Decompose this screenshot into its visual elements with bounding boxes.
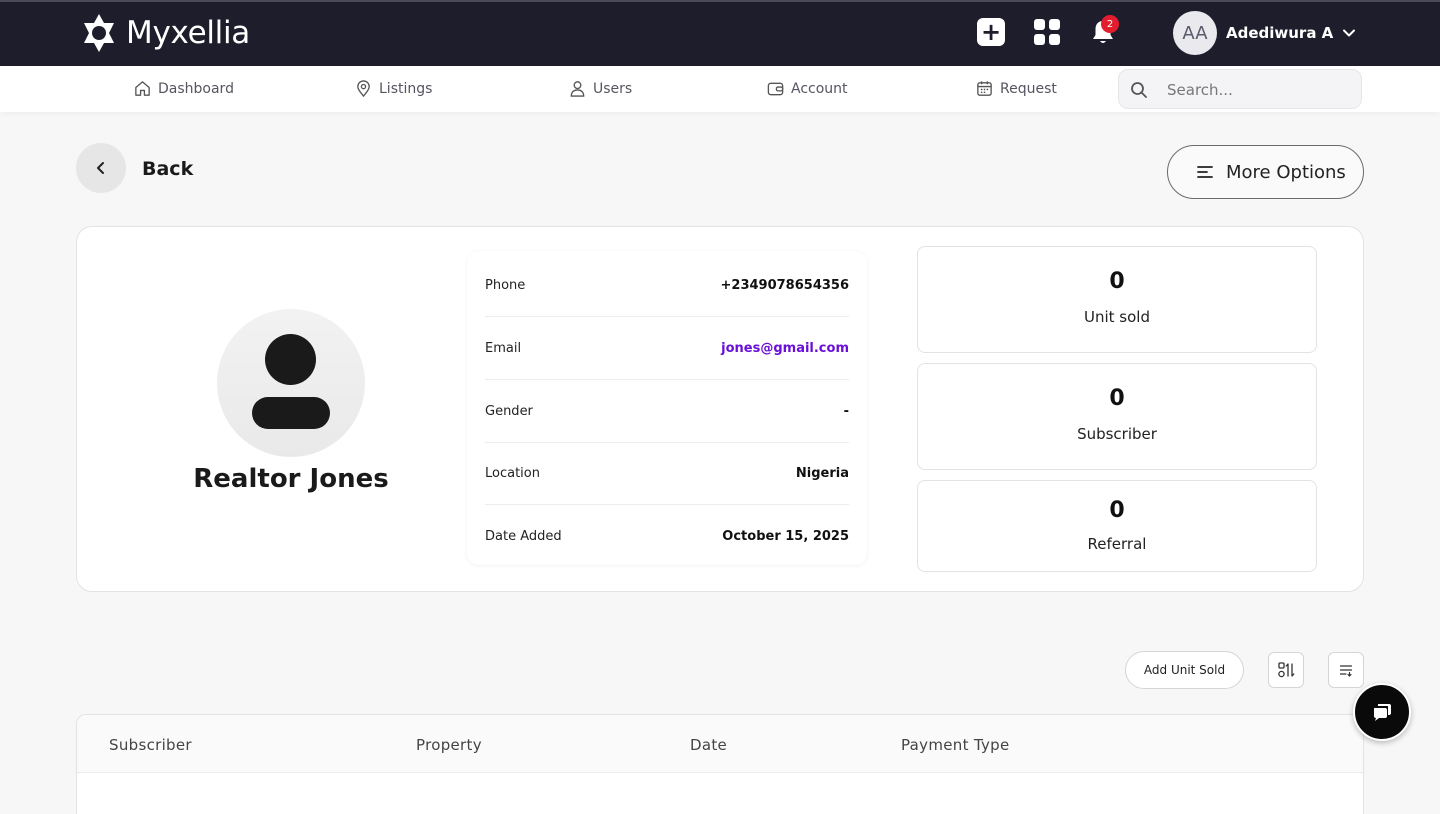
nav-item-request[interactable]: Request (975, 79, 1057, 98)
profile-card: Realtor Jones Phone +2349078654356 Email… (76, 226, 1364, 592)
chat-bubble-icon (1374, 704, 1391, 721)
user-icon (570, 81, 585, 97)
nav-item-label: Request (1000, 80, 1057, 97)
more-options-label: More Options (1226, 161, 1346, 183)
main-navigation: Dashboard Listings Users Account Request (0, 66, 1440, 112)
profile-info-panel: Phone +2349078654356 Email jones@gmail.c… (467, 251, 867, 565)
app-name: Myxellia (126, 15, 250, 51)
back-button[interactable] (76, 143, 126, 193)
column-header-property[interactable]: Property (416, 736, 482, 754)
stat-label: Unit sold (1084, 308, 1150, 326)
add-unit-sold-button[interactable]: Add Unit Sold (1125, 651, 1244, 689)
info-label: Phone (485, 278, 526, 293)
info-row-gender: Gender - (485, 381, 849, 443)
nav-item-users[interactable]: Users (568, 79, 632, 98)
stat-value: 0 (1109, 386, 1125, 411)
stat-value: 0 (1109, 269, 1125, 294)
info-row-phone: Phone +2349078654356 (485, 255, 849, 317)
info-row-date-added: Date Added October 15, 2025 (485, 505, 849, 567)
logo-star-icon (84, 14, 114, 52)
notification-badge: 2 (1101, 15, 1119, 33)
nav-item-label: Account (791, 80, 848, 97)
avatar-head-shape (265, 334, 316, 385)
chevron-down-icon[interactable] (1340, 24, 1358, 42)
profile-avatar (217, 309, 365, 457)
info-label: Gender (485, 404, 533, 419)
plus-icon: + (980, 18, 1002, 46)
info-row-location: Location Nigeria (485, 443, 849, 505)
map-pin-icon (357, 80, 370, 98)
stat-card-subscriber: 0 Subscriber (917, 363, 1317, 470)
more-options-button[interactable]: More Options (1167, 145, 1364, 199)
column-header-subscriber[interactable]: Subscriber (109, 736, 192, 754)
sort-button[interactable] (1268, 652, 1304, 688)
info-label: Date Added (485, 528, 562, 544)
chat-button[interactable] (1353, 683, 1411, 741)
date-added-value: October 15, 2025 (722, 528, 849, 544)
profile-name: Realtor Jones (193, 464, 389, 494)
info-label: Email (485, 341, 522, 356)
stat-value: 0 (1109, 498, 1125, 523)
stat-card-unit-sold: 0 Unit sold (917, 246, 1317, 353)
info-row-email: Email jones@gmail.com (485, 318, 849, 380)
back-label[interactable]: Back (142, 158, 193, 180)
filter-lines-icon (1339, 665, 1353, 677)
top-bar: Myxellia + 2 AA Adediwura A (0, 0, 1440, 66)
search-bar[interactable] (1118, 69, 1362, 109)
units-sold-table: Subscriber Property Date Payment Type (76, 714, 1364, 814)
chevron-left-icon (97, 162, 104, 174)
email-link[interactable]: jones@gmail.com (721, 341, 849, 356)
nav-item-label: Listings (379, 80, 433, 97)
stat-card-referral: 0 Referral (917, 480, 1317, 572)
phone-value: +2349078654356 (720, 278, 849, 293)
menu-lines-icon (1197, 166, 1213, 178)
stat-label: Subscriber (1077, 425, 1157, 443)
table-header: Subscriber Property Date Payment Type (77, 715, 1363, 773)
sort-icon (1278, 662, 1295, 678)
user-avatar[interactable]: AA (1173, 11, 1217, 55)
location-value: Nigeria (795, 466, 849, 481)
gender-value: - (843, 404, 849, 419)
nav-item-listings[interactable]: Listings (354, 79, 432, 98)
nav-item-dashboard[interactable]: Dashboard (133, 79, 234, 98)
column-header-date[interactable]: Date (690, 736, 727, 754)
brand-logo[interactable]: Myxellia (78, 12, 250, 54)
stat-label: Referral (1087, 535, 1147, 553)
nav-item-label: Dashboard (158, 80, 234, 97)
nav-item-label: Users (593, 80, 633, 97)
grid-icon (1034, 19, 1060, 45)
wallet-icon (767, 82, 784, 96)
apps-grid-button[interactable] (1033, 18, 1061, 46)
column-header-payment-type[interactable]: Payment Type (901, 736, 1010, 754)
filter-button[interactable] (1328, 652, 1364, 688)
home-icon (135, 81, 150, 96)
user-name[interactable]: Adediwura A (1226, 24, 1333, 42)
create-button[interactable]: + (977, 18, 1005, 46)
info-label: Location (485, 466, 540, 481)
avatar-body-shape (252, 397, 330, 429)
search-input[interactable] (1167, 79, 1347, 101)
nav-item-account[interactable]: Account (766, 79, 848, 98)
search-icon (1131, 82, 1147, 98)
calendar-icon (977, 81, 992, 96)
